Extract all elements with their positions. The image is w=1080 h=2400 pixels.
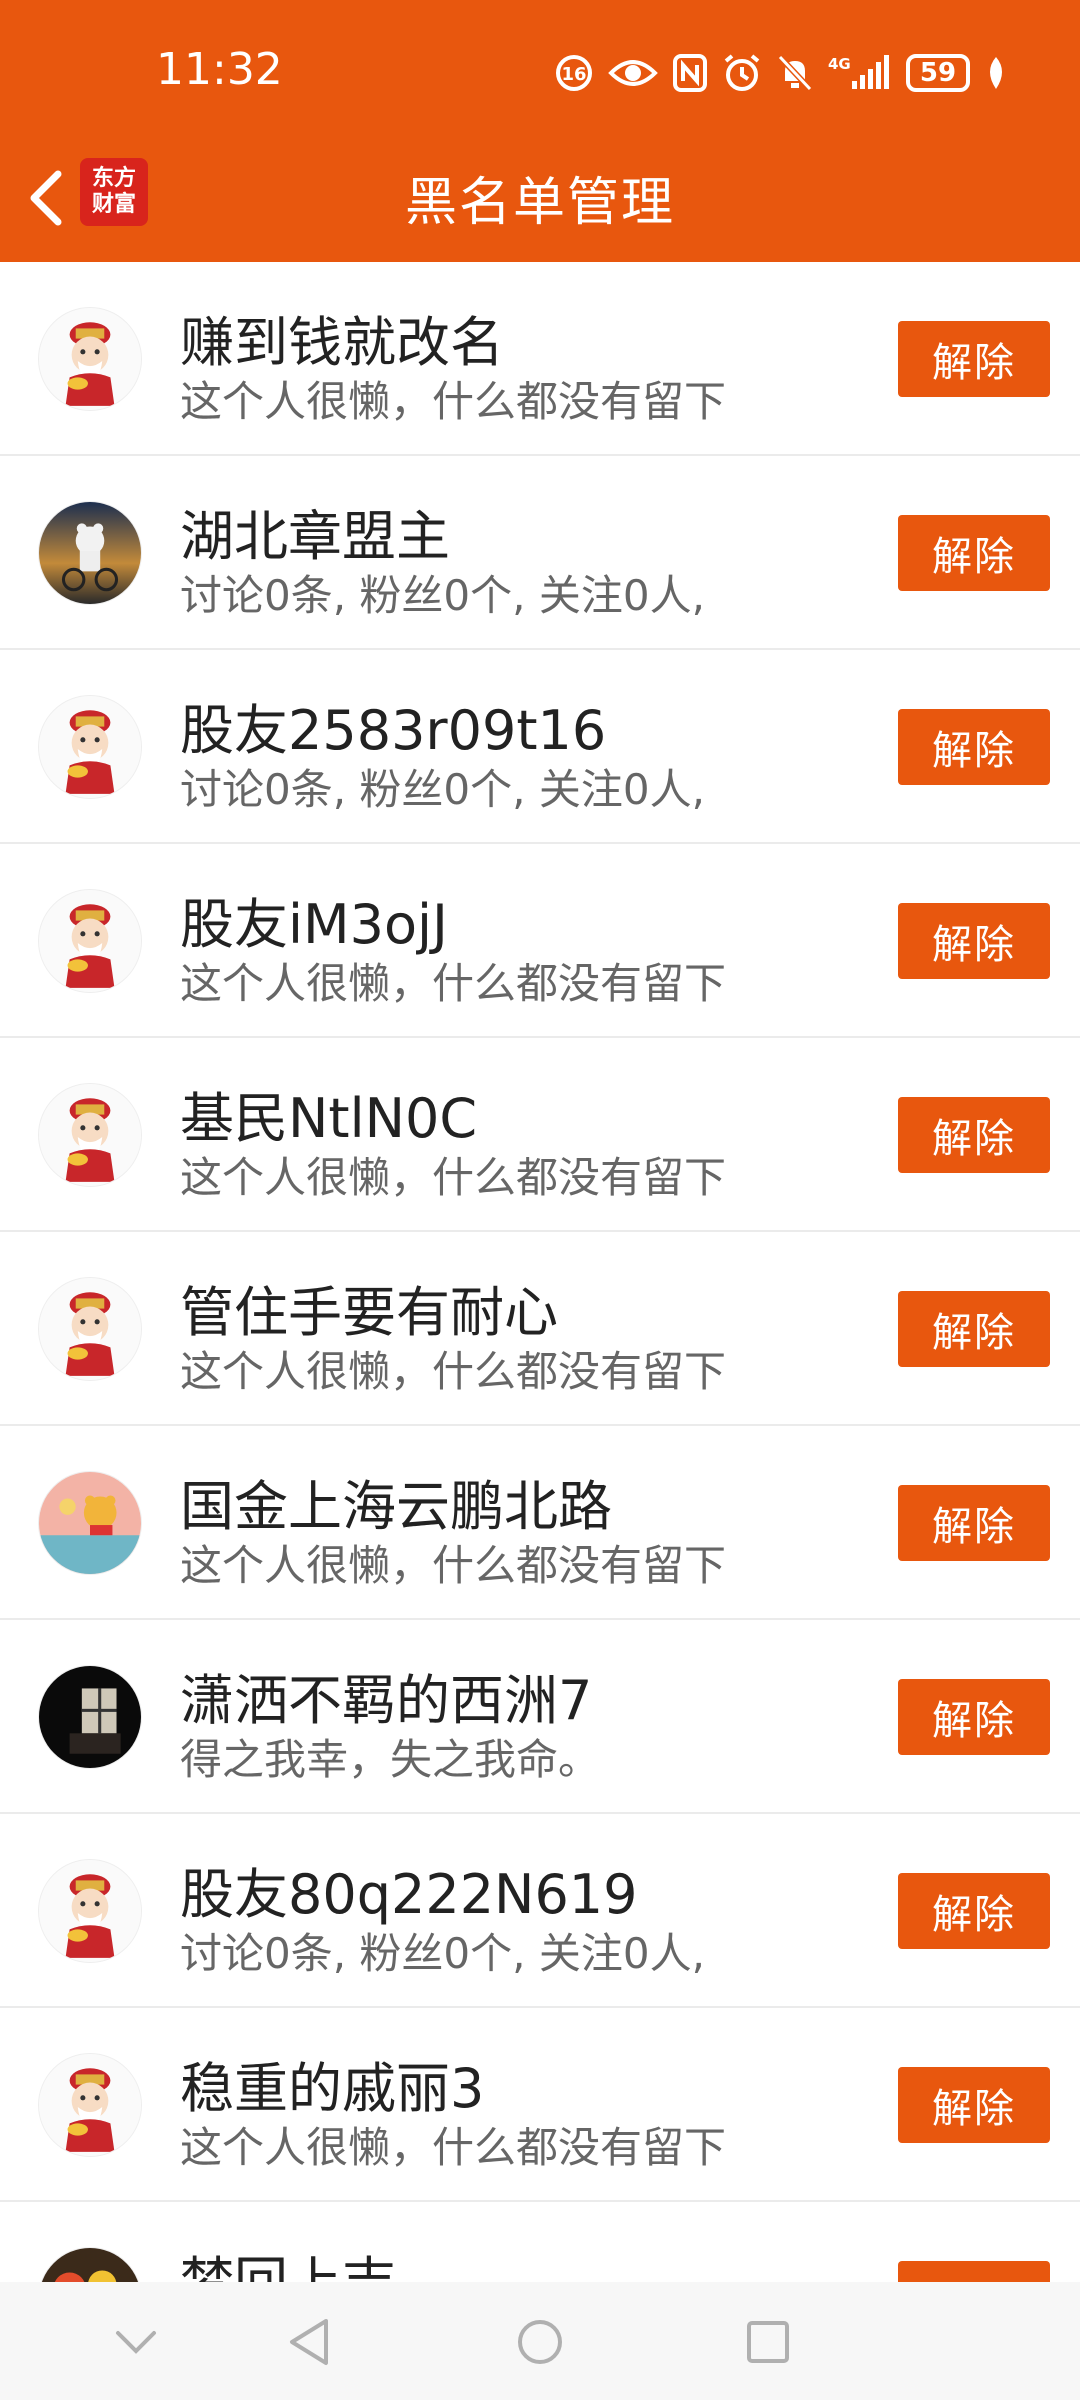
user-description: 这个人很懒，什么都没有留下 [180,1153,727,1202]
avatar[interactable] [38,1083,142,1187]
mute-icon [776,51,814,95]
list-item[interactable]: 赚到钱就改名 这个人很懒，什么都没有留下 解除 [0,262,1080,456]
list-item[interactable]: 湖北章盟主 讨论0条, 粉丝0个, 关注0人, 解除 [0,456,1080,650]
blacklist: 赚到钱就改名 这个人很懒，什么都没有留下 解除 湖北章盟主 讨论0条, 粉丝0个, 关注… [0,262,1080,2396]
chevron-down-icon[interactable] [106,2312,166,2372]
remove-button[interactable]: 解除 [898,709,1050,785]
user-name: 股友iM3ojJ [180,893,448,956]
user-description: 这个人很懒，什么都没有留下 [180,959,727,1008]
signal-icon: 4G [828,51,892,95]
list-item[interactable]: 股友iM3ojJ 这个人很懒，什么都没有留下 解除 [0,844,1080,1038]
system-nav-bar [0,2282,1080,2400]
avatar[interactable] [38,1277,142,1381]
avatar[interactable] [38,889,142,993]
user-name: 基民NtlN0C [180,1087,478,1150]
alarm-icon [722,51,762,95]
status-time: 11:32 [156,44,283,95]
user-description: 讨论0条, 粉丝0个, 关注0人, [180,765,705,814]
remove-button[interactable]: 解除 [898,2067,1050,2143]
remove-button[interactable]: 解除 [898,1485,1050,1561]
page-title: 黑名单管理 [404,173,675,233]
avatar[interactable] [38,1665,142,1769]
avatar[interactable] [38,1471,142,1575]
back-triangle-icon[interactable] [280,2312,340,2372]
list-item[interactable]: 股友2583r09t16 讨论0条, 粉丝0个, 关注0人, 解除 [0,650,1080,844]
user-description: 这个人很懒，什么都没有留下 [180,377,727,426]
remove-button[interactable]: 解除 [898,1679,1050,1755]
home-circle-icon[interactable] [510,2312,570,2372]
avatar[interactable] [38,307,142,411]
user-name: 湖北章盟主 [180,505,450,568]
remove-button[interactable]: 解除 [898,1097,1050,1173]
avatar[interactable] [38,695,142,799]
header-bar: 11:32 16 4G 59 东方 财富 黑名单管理 [0,0,1080,262]
user-description: 这个人很懒，什么都没有留下 [180,2123,727,2172]
remove-button[interactable]: 解除 [898,321,1050,397]
remove-button[interactable]: 解除 [898,515,1050,591]
nfc-icon [672,51,708,95]
user-name: 稳重的戚丽3 [180,2057,485,2120]
avatar[interactable] [38,2053,142,2157]
svg-text:16: 16 [561,64,586,85]
user-description: 讨论0条, 粉丝0个, 关注0人, [180,1929,705,1978]
user-description: 这个人很懒，什么都没有留下 [180,1541,727,1590]
avatar[interactable] [38,1859,142,1963]
list-item[interactable]: 管住手要有耐心 这个人很懒，什么都没有留下 解除 [0,1232,1080,1426]
list-item[interactable]: 潇洒不羁的西洲7 得之我幸，失之我命。 解除 [0,1620,1080,1814]
user-name: 管住手要有耐心 [180,1281,558,1344]
list-item[interactable]: 稳重的戚丽3 这个人很懒，什么都没有留下 解除 [0,2008,1080,2202]
avatar[interactable] [38,501,142,605]
remove-button[interactable]: 解除 [898,903,1050,979]
remove-button[interactable]: 解除 [898,1873,1050,1949]
user-description: 这个人很懒，什么都没有留下 [180,1347,727,1396]
user-description: 讨论0条, 粉丝0个, 关注0人, [180,571,705,620]
user-name: 潇洒不羁的西洲7 [180,1669,593,1732]
user-name: 赚到钱就改名 [180,311,504,374]
list-item[interactable]: 股友80q222N619 讨论0条, 粉丝0个, 关注0人, 解除 [0,1814,1080,2008]
hd-icon: 16 [554,51,594,95]
user-name: 股友2583r09t16 [180,699,607,762]
svg-text:4G: 4G [828,55,851,73]
list-item[interactable]: 国金上海云鹏北路 这个人很懒，什么都没有留下 解除 [0,1426,1080,1620]
status-icons: 16 4G 59 [554,48,1008,98]
eye-icon [608,51,658,95]
user-name: 股友80q222N619 [180,1863,638,1926]
leaf-icon [984,51,1008,95]
user-name: 国金上海云鹏北路 [180,1475,612,1538]
remove-button[interactable]: 解除 [898,1291,1050,1367]
list-item[interactable]: 基民NtlN0C 这个人很懒，什么都没有留下 解除 [0,1038,1080,1232]
recents-square-icon[interactable] [738,2312,798,2372]
battery-icon: 59 [906,54,970,92]
user-description: 得之我幸，失之我命。 [180,1735,601,1784]
